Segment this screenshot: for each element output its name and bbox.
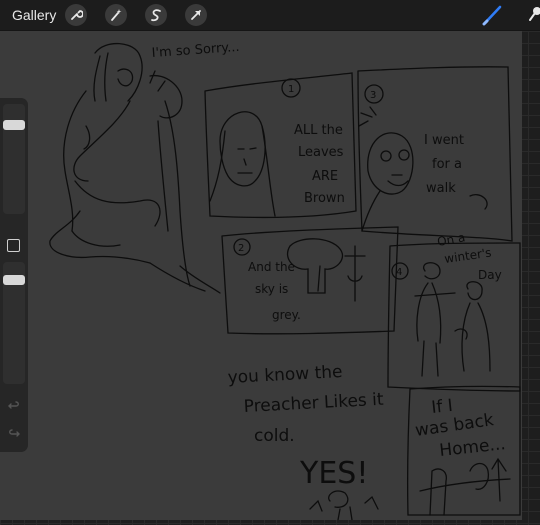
modify-button[interactable]	[7, 239, 20, 252]
svg-text:ALL the: ALL the	[294, 123, 343, 138]
panel-4-number: 4	[396, 267, 402, 278]
magic-wand-icon[interactable]	[105, 4, 127, 26]
svg-text:ARE: ARE	[312, 169, 338, 184]
svg-text:And the: And the	[248, 260, 295, 274]
svg-text:On a: On a	[436, 230, 466, 249]
brush-sidebar	[0, 98, 28, 452]
back-home-caption: If I was back Home...	[414, 396, 507, 461]
gallery-button[interactable]: Gallery	[12, 7, 56, 23]
wrench-icon[interactable]	[65, 4, 87, 26]
svg-text:If I: If I	[430, 396, 453, 418]
opacity-thumb[interactable]	[3, 275, 25, 285]
selection-icon[interactable]	[145, 4, 167, 26]
transform-arrow-icon[interactable]	[185, 4, 207, 26]
top-toolbar: Gallery	[0, 0, 540, 31]
svg-text:walk: walk	[426, 181, 456, 196]
svg-text:for a: for a	[432, 157, 462, 172]
panel-3-caption: I went for a walk	[424, 133, 464, 196]
redo-icon[interactable]	[7, 426, 21, 440]
svg-text:Home...: Home...	[438, 434, 506, 461]
panel-3-sketch	[357, 66, 513, 242]
panel-1-number: 1	[288, 84, 294, 95]
panel-4-sketch	[387, 242, 521, 392]
undo-icon[interactable]	[7, 398, 21, 412]
lyric-text: you know the Preacher Likes it cold.	[227, 362, 384, 446]
svg-text:Brown: Brown	[304, 191, 345, 206]
drawing-canvas[interactable]: I'm so Sorry... 1 ALL the Leaves ARE Bro…	[0, 31, 522, 520]
panel-4-caption: On a winter's Day	[436, 230, 502, 282]
svg-text:Day: Day	[478, 268, 502, 282]
panel-1-caption: ALL the Leaves ARE Brown	[294, 123, 345, 206]
yes-figures-sketch	[309, 490, 379, 520]
svg-text:winter's: winter's	[443, 246, 492, 266]
svg-text:you know the: you know the	[227, 362, 343, 388]
hugging-figures-sketch	[49, 42, 221, 294]
smudge-icon[interactable]	[526, 4, 540, 26]
brush-icon[interactable]	[482, 4, 504, 26]
brush-size-thumb[interactable]	[3, 120, 25, 130]
svg-text:cold.: cold.	[254, 426, 295, 446]
svg-text:grey.: grey.	[272, 308, 301, 322]
svg-text:I went: I went	[424, 133, 464, 148]
yes-text: YES!	[299, 456, 368, 491]
sorry-text: I'm so Sorry...	[151, 40, 240, 61]
panel-2-caption: And the sky is grey.	[248, 260, 301, 322]
panel-3-number: 3	[370, 90, 376, 101]
svg-text:Preacher Likes it: Preacher Likes it	[243, 390, 384, 417]
panel-2-number: 2	[238, 243, 244, 254]
svg-text:Leaves: Leaves	[298, 145, 344, 160]
panel-2-sketch	[221, 226, 399, 335]
sketch-layer: I'm so Sorry... 1 ALL the Leaves ARE Bro…	[49, 40, 521, 520]
svg-text:sky is: sky is	[255, 282, 288, 296]
